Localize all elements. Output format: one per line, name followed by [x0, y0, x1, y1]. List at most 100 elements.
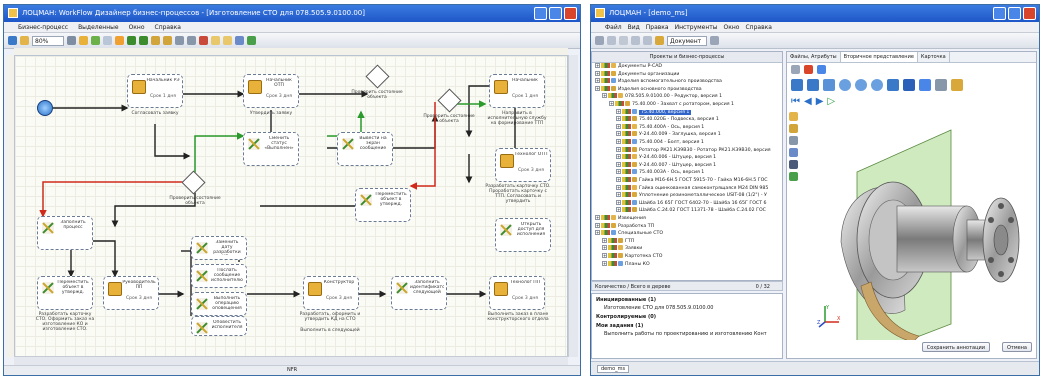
expand-icon[interactable]: + — [602, 260, 607, 266]
menu-item[interactable]: Инструменты — [675, 22, 718, 32]
expand-icon[interactable]: + — [616, 116, 621, 122]
close-button[interactable] — [564, 7, 577, 20]
open-icon[interactable] — [791, 79, 803, 91]
tree-item[interactable]: + Документы P-CAD — [592, 63, 782, 71]
expand-icon[interactable]: + — [616, 131, 621, 137]
expand-icon[interactable]: + — [616, 177, 621, 182]
tree-item[interactable]: + Изделия основного производства — [592, 85, 782, 94]
add-icon[interactable] — [247, 36, 256, 45]
tree-item[interactable]: +75.40.004 - Болт, версия 1 — [592, 139, 782, 147]
task-icon[interactable] — [79, 36, 88, 45]
expand-icon[interactable]: + — [616, 192, 621, 198]
expand-icon[interactable]: + — [616, 199, 621, 205]
open-icon[interactable] — [20, 36, 29, 45]
vertical-scrollbar[interactable] — [568, 55, 578, 357]
menu-item[interactable]: Правка — [646, 22, 669, 32]
maximize-button[interactable] — [1008, 7, 1021, 20]
expand-icon[interactable]: + — [595, 230, 600, 236]
expand-icon[interactable]: + — [595, 78, 600, 84]
taskbar-document-tab[interactable]: demo_ms — [597, 365, 630, 373]
tab-card[interactable]: Карточка — [918, 52, 950, 62]
minimize-button[interactable] — [993, 7, 1006, 20]
expand-icon[interactable]: + — [595, 215, 600, 220]
expand-icon[interactable]: + — [602, 245, 607, 251]
pencil-icon[interactable] — [151, 36, 160, 45]
highlight-icon[interactable] — [115, 36, 124, 45]
pan-icon[interactable] — [887, 79, 899, 91]
action-node[interactable]: Заменить дату разработки КД в карточке С… — [191, 236, 247, 260]
tree-item[interactable]: + У-24.40.007 - Штуцер, версия 1 — [592, 161, 782, 170]
save-icon[interactable] — [8, 36, 17, 45]
tree-item[interactable]: + Изделия вспомогательного производства — [592, 78, 782, 86]
process-node[interactable]: Технолог ОТП Срок 3 дня — [495, 148, 551, 182]
rotate-icon[interactable] — [903, 79, 915, 91]
action-node[interactable]: Вывести на экран сообщение — [337, 132, 393, 166]
menu-item[interactable]: Справка — [155, 22, 181, 32]
tree-item[interactable]: + Картотека СТО — [592, 253, 782, 261]
my-tasks-group[interactable]: Мои задания (1) — [596, 323, 643, 330]
action-node[interactable]: Оповестить исполнителя — [191, 316, 247, 336]
document-icon[interactable] — [655, 36, 664, 45]
action-node[interactable]: Заполнить процесс — [37, 216, 93, 250]
tree-item[interactable]: +75.40.400А - Ось, версия 1 — [592, 123, 782, 132]
menu-item[interactable]: Файл — [605, 22, 622, 32]
menu-item[interactable]: Окно — [724, 22, 740, 32]
expand-icon[interactable]: + — [616, 207, 621, 213]
save-annotations-button[interactable]: Сохранить аннотации — [921, 342, 990, 352]
expand-icon[interactable]: + — [609, 101, 614, 106]
document-type-select[interactable]: Документ — [667, 35, 707, 46]
tree-item[interactable]: + Разработка ТП — [592, 222, 782, 231]
expand-icon[interactable]: + — [616, 123, 621, 129]
expand-icon[interactable]: + — [602, 93, 607, 99]
action-node[interactable]: Переместить объект в утвержд. папку — [37, 276, 93, 310]
expand-icon[interactable]: + — [616, 146, 621, 152]
initiated-group[interactable]: Инициированные (1) — [596, 297, 656, 304]
tree-item[interactable]: + Шайба 16 65Г ГОСТ 6402-70 - Шайба 16 65… — [592, 199, 782, 208]
expand-icon[interactable]: + — [616, 169, 621, 175]
delete-icon[interactable] — [199, 36, 208, 45]
action-node[interactable]: Послать сообщение исполнителю — [191, 264, 247, 288]
expand-icon[interactable]: + — [602, 253, 607, 258]
tab-files-attributes[interactable]: Файлы, Атрибуты — [787, 52, 841, 62]
process-node[interactable]: Начальник РЭ Срок 1 дня — [127, 74, 183, 108]
close-icon[interactable] — [804, 65, 813, 74]
text-icon[interactable] — [789, 160, 798, 169]
action-node[interactable]: Открыть доступ для исполнения — [495, 218, 551, 252]
tree-item[interactable]: +75.40.000 - Захват с ротатором, версия … — [592, 101, 782, 109]
process-node[interactable]: Начальник Срок 1 дня — [489, 74, 545, 108]
settings-icon[interactable] — [235, 36, 244, 45]
action-node[interactable]: Сменить статус «Выполнен» по следующей о… — [243, 132, 299, 166]
project-tree[interactable]: Проекты и бизнес-процессы + Документы P-C… — [591, 51, 783, 281]
task-item[interactable]: Выполнить работы по проектированию и изг… — [604, 331, 767, 338]
process-node[interactable]: Технолог ПП Срок 3 дня — [489, 276, 545, 310]
tree-item[interactable]: +75.40.000, версия 1 — [592, 108, 782, 117]
process-diagram-canvas[interactable]: Начальник РЭ Срок 1 дня Согласовать заяв… — [14, 55, 568, 357]
connector-icon[interactable] — [127, 36, 136, 45]
action-node[interactable]: Заполнить идентификатор следующей стадии — [391, 276, 447, 310]
pointer-icon[interactable] — [935, 79, 947, 91]
zoom-in-icon[interactable] — [839, 79, 851, 91]
play-icon[interactable]: ▷ — [827, 96, 835, 107]
line-icon[interactable] — [187, 36, 196, 45]
tree-item[interactable]: + Документы организации — [592, 70, 782, 79]
action-node[interactable]: Переместить объект в утвержд. папку — [355, 188, 411, 222]
minimize-button[interactable] — [534, 7, 547, 20]
process-node[interactable]: Руководитель ПП Срок 3 дня — [103, 276, 159, 310]
line-icon[interactable] — [789, 136, 798, 145]
close-button[interactable] — [1023, 7, 1036, 20]
tree-item[interactable]: + У-24.40.009 - Заглушка, версия 1 — [592, 131, 782, 139]
zoom-window-icon[interactable] — [871, 79, 883, 91]
process-node[interactable]: Начальник ОТП Срок 3 дня — [243, 74, 299, 108]
action-node[interactable]: Выполнить операцию оповещения исполнител… — [191, 292, 247, 316]
cube-icon[interactable] — [919, 79, 931, 91]
tree-item[interactable]: + Гайка М16-6Н.5 ГОСТ 5915-70 - Гайка М16… — [592, 177, 782, 185]
start-event[interactable] — [37, 100, 53, 116]
tree-item[interactable]: + Планы КО — [592, 260, 782, 269]
save-icon[interactable] — [807, 79, 819, 91]
menu-item[interactable]: Вид — [628, 22, 640, 32]
expand-icon[interactable]: + — [616, 154, 621, 160]
expand-icon[interactable]: + — [595, 85, 600, 91]
frame-icon[interactable] — [211, 36, 220, 45]
tree-item[interactable]: + Ротатор РК21.К39В30 - Ротатор РК21.К39В… — [592, 146, 782, 155]
cancel-button[interactable]: Отмена — [1001, 342, 1032, 352]
